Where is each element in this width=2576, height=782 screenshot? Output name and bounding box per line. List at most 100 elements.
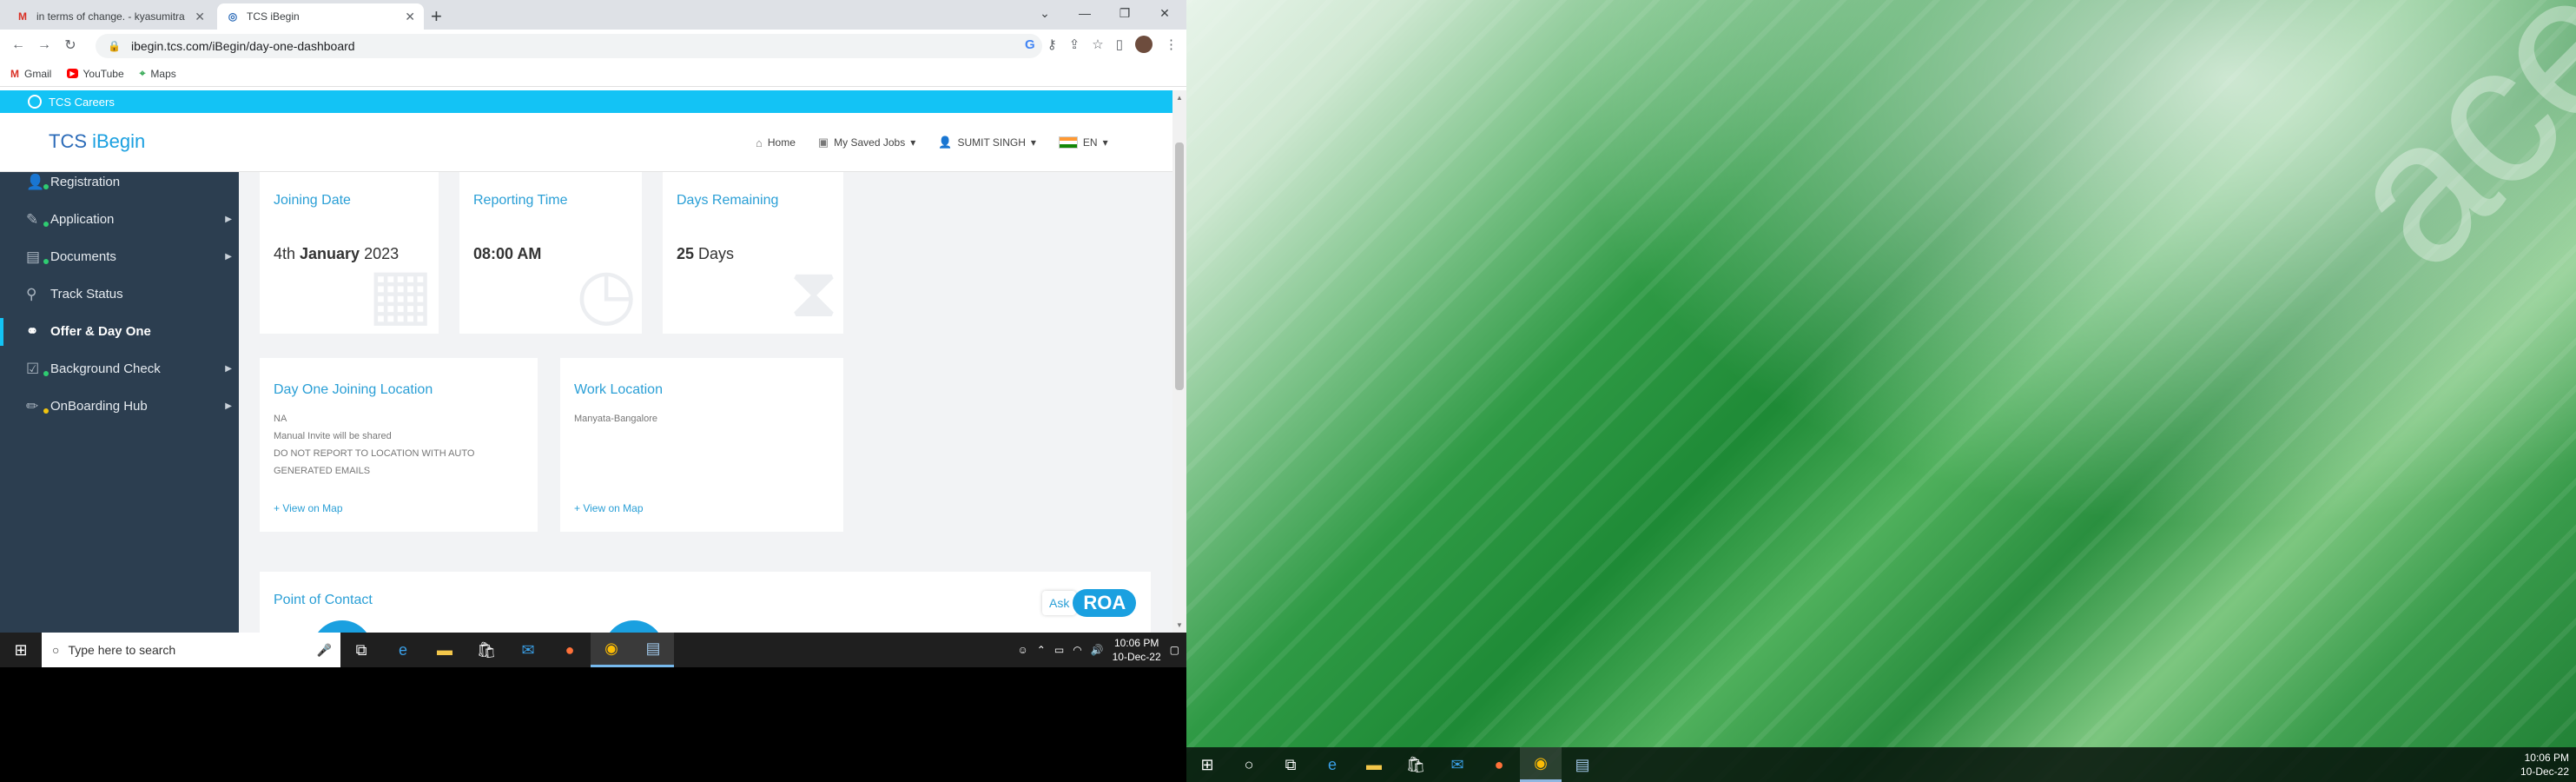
notepad-icon[interactable]: ▤ (632, 633, 674, 667)
edge-icon[interactable]: e (1311, 747, 1353, 782)
home-icon: ⌂ (756, 136, 763, 149)
toolbar-icons: G ⚷ ⇪ ☆ ▯ ⋮ (1025, 36, 1178, 53)
close-icon[interactable]: ✕ (405, 10, 415, 24)
status-dot (43, 371, 49, 376)
windows-start-icon[interactable]: ⊞ (1186, 747, 1228, 782)
chrome-icon[interactable]: ◉ (591, 633, 632, 667)
tcs-careers-bar: TCS Careers (0, 90, 1172, 113)
tab-title: TCS iBegin (247, 10, 300, 23)
wifi-icon[interactable]: ◠ (1073, 644, 1081, 656)
bookmark-youtube[interactable]: ▶ YouTube (67, 68, 124, 80)
reload-icon[interactable]: ↻ (57, 36, 83, 54)
clock-time: 10:06 PM (2524, 752, 2569, 764)
view-on-map-link[interactable]: + View on Map (274, 502, 343, 514)
pencil-icon: ✏ (26, 397, 39, 414)
browser-tab-bar: M in terms of change. - kyasumitra ✕ ◎ T… (0, 0, 1186, 30)
new-tab-icon[interactable]: + (431, 5, 442, 28)
edge-icon[interactable]: e (382, 633, 424, 667)
dashboard-content: Joining Date 4th January 2023 ▦ Reportin… (239, 172, 1172, 633)
store-icon[interactable]: 🛍 (466, 633, 507, 667)
file-explorer-icon[interactable]: ▬ (1353, 747, 1395, 782)
bookmark-gmail[interactable]: M Gmail (10, 68, 51, 80)
nav-user[interactable]: 👤 SUMIT SINGH ▾ (938, 136, 1036, 149)
ask-roa-chat-button[interactable]: Ask ROA (1042, 587, 1137, 619)
mail-icon[interactable]: ✉ (507, 633, 549, 667)
scroll-up-icon[interactable]: ▲ (1176, 94, 1183, 102)
reporting-time-value: 08:00 AM (473, 245, 542, 262)
minimize-icon[interactable]: — (1065, 0, 1105, 26)
task-view-icon[interactable]: ⧉ (1270, 747, 1311, 782)
close-icon[interactable]: ✕ (195, 10, 205, 24)
bookmark-maps[interactable]: ⌖ Maps (140, 67, 176, 80)
firefox-icon[interactable]: ● (549, 633, 591, 667)
profile-avatar[interactable] (1135, 36, 1153, 53)
google-icon[interactable]: G (1025, 37, 1035, 52)
nav-home-label: Home (767, 136, 796, 149)
battery-icon[interactable]: ▭ (1054, 644, 1064, 656)
maps-icon: ⌖ (139, 67, 146, 79)
nav-saved-jobs[interactable]: ▣ My Saved Jobs ▾ (818, 136, 915, 149)
store-icon[interactable]: 🛍 (1395, 747, 1437, 782)
value-part: 25 (677, 245, 695, 262)
notification-icon[interactable]: ▢ (1170, 644, 1179, 656)
sidebar-item-registration[interactable]: 👤 Registration (0, 163, 239, 201)
taskbar-clock[interactable]: 10:06 PM 10-Dec-22 (1113, 636, 1161, 664)
nav-home[interactable]: ⌂ Home (756, 136, 796, 149)
ask-label: Ask (1042, 591, 1077, 615)
firefox-icon[interactable]: ● (1478, 747, 1520, 782)
tcs-ibegin-logo[interactable]: TCS iBegin (49, 130, 145, 153)
gmail-icon: M (18, 10, 27, 23)
sidebar-item-label: Documents (50, 249, 116, 264)
secondary-clock[interactable]: 10:06 PM 10-Dec-22 (2520, 751, 2569, 779)
menu-icon[interactable]: ⋮ (1165, 36, 1178, 52)
detail-line: GENERATED EMAILS (274, 466, 371, 476)
sidebar-item-onboarding-hub[interactable]: ✏ OnBoarding Hub ▶ (0, 388, 239, 425)
mail-icon[interactable]: ✉ (1437, 747, 1478, 782)
windows-start-icon[interactable]: ⊞ (0, 633, 42, 667)
address-bar[interactable]: 🔒 ibegin.tcs.com/iBegin/day-one-dashboar… (96, 34, 1042, 58)
chevron-down-icon[interactable]: ⌄ (1025, 0, 1065, 26)
sidebar-item-application[interactable]: ✎ Application ▶ (0, 201, 239, 238)
bookmark-label: Gmail (24, 67, 52, 80)
volume-icon[interactable]: 🔊 (1091, 644, 1104, 656)
microphone-icon[interactable]: 🎤 (317, 643, 332, 658)
people-icon[interactable]: ☺ (1018, 644, 1028, 656)
cortana-icon[interactable]: ○ (1228, 747, 1270, 782)
sidebar-item-label: Application (50, 212, 115, 227)
detail-line: Manyata-Bangalore (574, 414, 658, 424)
share-icon[interactable]: ⇪ (1069, 36, 1080, 52)
browser-toolbar: ← → ↻ 🔒 ibegin.tcs.com/iBegin/day-one-da… (0, 30, 1186, 61)
taskbar-search[interactable]: ○ Type here to search 🎤 (42, 633, 340, 667)
user-icon: 👤 (938, 136, 953, 149)
chrome-icon[interactable]: ◉ (1520, 747, 1562, 782)
close-window-icon[interactable]: ✕ (1145, 0, 1185, 26)
nav-language[interactable]: EN ▾ (1058, 136, 1108, 149)
notepad-icon[interactable]: ▤ (1562, 747, 1603, 782)
sidebar-item-track-status[interactable]: ⚲ Track Status (0, 275, 239, 313)
caret-down-icon: ▾ (910, 136, 916, 149)
task-view-icon[interactable]: ⧉ (340, 633, 382, 667)
clock-date: 10-Dec-22 (1112, 651, 1161, 663)
tcs-careers-link[interactable]: TCS Careers (49, 96, 115, 109)
page-scrollbar[interactable]: ▲ ▼ (1172, 90, 1186, 633)
forward-icon[interactable]: → (31, 37, 57, 53)
key-icon[interactable]: ⚷ (1047, 36, 1057, 52)
caret-right-icon: ▶ (225, 401, 232, 411)
restore-icon[interactable]: ❐ (1105, 0, 1145, 26)
file-explorer-icon[interactable]: ▬ (424, 633, 466, 667)
star-icon[interactable]: ☆ (1092, 36, 1103, 52)
browser-tab-gmail[interactable]: M in terms of change. - kyasumitra ✕ (7, 3, 214, 30)
scrollbar-thumb[interactable] (1175, 142, 1184, 390)
view-on-map-link[interactable]: + View on Map (574, 502, 644, 514)
chevron-up-icon[interactable]: ⌃ (1037, 644, 1046, 656)
browser-tab-ibegin[interactable]: ◎ TCS iBegin ✕ (217, 3, 424, 30)
nav-user-label: SUMIT SINGH (957, 136, 1026, 149)
reporting-time-card: Reporting Time 08:00 AM ◷ (459, 172, 642, 334)
sidepanel-icon[interactable]: ▯ (1116, 36, 1123, 52)
sidebar-item-background-check[interactable]: ☑ Background Check ▶ (0, 350, 239, 388)
scroll-down-icon[interactable]: ▼ (1176, 621, 1183, 629)
sidebar-item-documents[interactable]: ▤ Documents ▶ (0, 238, 239, 275)
back-icon[interactable]: ← (5, 37, 31, 53)
tcs-icon: ◎ (228, 10, 238, 23)
sidebar-item-offer-day-one[interactable]: ⚭ Offer & Day One (0, 313, 239, 350)
